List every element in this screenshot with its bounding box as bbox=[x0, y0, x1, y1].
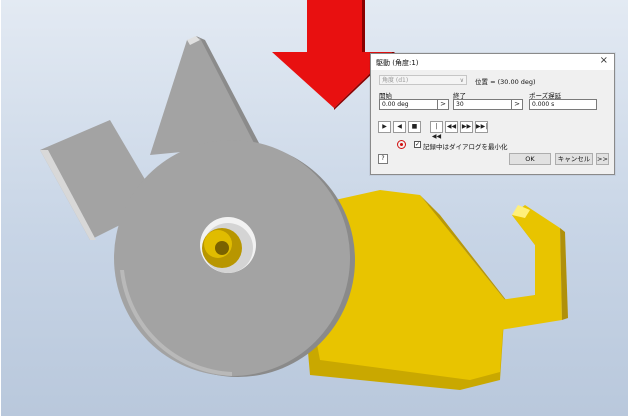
record-icon[interactable] bbox=[397, 140, 406, 149]
step-back-button[interactable]: ◀◀ bbox=[445, 121, 458, 133]
cat-tail[interactable] bbox=[500, 205, 568, 330]
play-reverse-button[interactable]: ◀ bbox=[393, 121, 406, 133]
close-icon[interactable]: × bbox=[600, 56, 608, 66]
chevron-down-icon: ∨ bbox=[459, 77, 464, 84]
go-to-start-button[interactable]: |◀◀ bbox=[430, 121, 443, 140]
dialog-title: 駆動 (角度:1) bbox=[376, 59, 419, 67]
drive-dialog[interactable]: 駆動 (角度:1) × 角度 (d1) ∨ 位置 = (30.00 deg) 開… bbox=[370, 53, 615, 175]
expand-button[interactable]: >> bbox=[596, 153, 609, 165]
go-to-end-button[interactable]: ▶▶| bbox=[475, 121, 488, 133]
play-forward-button[interactable]: ▶ bbox=[378, 121, 391, 133]
3d-viewport[interactable]: 駆動 (角度:1) × 角度 (d1) ∨ 位置 = (30.00 deg) 開… bbox=[0, 0, 628, 416]
ok-button[interactable]: OK bbox=[509, 153, 551, 165]
end-spin-button[interactable]: > bbox=[511, 99, 523, 110]
position-readout: 位置 = (30.00 deg) bbox=[475, 78, 536, 86]
end-field[interactable]: 30 bbox=[453, 99, 513, 110]
pause-delay-field[interactable]: 0.000 s bbox=[529, 99, 597, 110]
constraint-select[interactable]: 角度 (d1) ∨ bbox=[379, 75, 467, 85]
step-forward-button[interactable]: ▶▶ bbox=[460, 121, 473, 133]
start-field[interactable]: 0.00 deg bbox=[379, 99, 439, 110]
cat-eye-pin[interactable] bbox=[200, 217, 256, 273]
start-spin-button[interactable]: > bbox=[437, 99, 449, 110]
minimize-checkbox-label: 記録中はダイアログを最小化 bbox=[423, 143, 508, 151]
minimize-checkbox[interactable]: ✓ bbox=[414, 141, 421, 148]
cancel-button[interactable]: キャンセル bbox=[555, 153, 593, 165]
help-icon[interactable]: ? bbox=[378, 154, 388, 164]
dialog-titlebar[interactable]: 駆動 (角度:1) × bbox=[371, 54, 614, 70]
cat-head[interactable] bbox=[40, 36, 355, 377]
pause-button[interactable]: ■ bbox=[408, 121, 421, 133]
constraint-select-value: 角度 (d1) bbox=[382, 77, 409, 84]
